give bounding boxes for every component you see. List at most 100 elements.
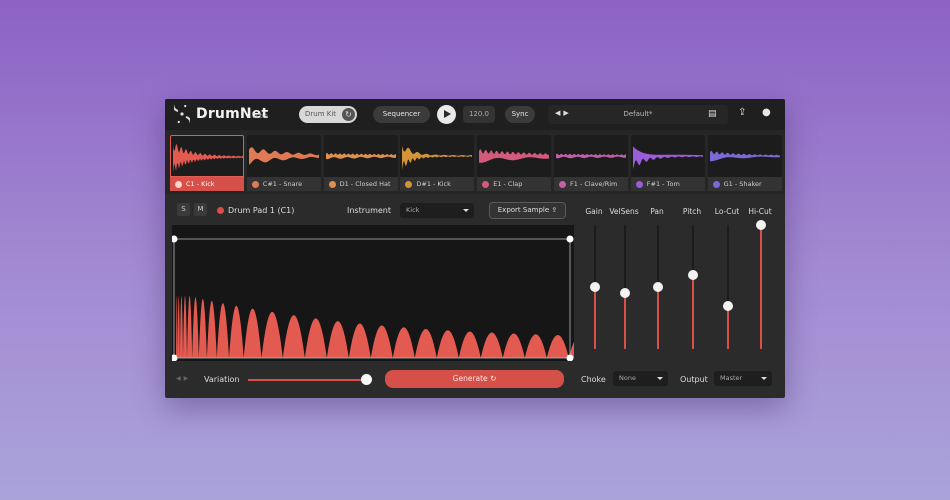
user-icon[interactable]: ● (762, 108, 771, 118)
variation-label: Variation (204, 375, 240, 384)
save-icon[interactable]: ▤ (708, 110, 717, 119)
pad-label: F#1 - Tom (630, 177, 705, 191)
drum-pad[interactable]: C#1 - Snare (246, 135, 321, 191)
waveform-editor[interactable] (172, 225, 574, 361)
pad-label: C1 - Kick (170, 177, 244, 191)
slider-knob[interactable] (620, 288, 630, 299)
pad-instrument-icon (482, 181, 490, 188)
pad-waveform (477, 135, 552, 177)
variation-slider[interactable] (248, 379, 368, 381)
logo-icon (174, 105, 190, 123)
slider-label-hi-cut: Hi-Cut (748, 207, 772, 216)
instrument-value: Kick (406, 206, 420, 214)
pad-waveform (400, 135, 475, 177)
generate-button[interactable]: Generate ↻ (385, 370, 564, 388)
drum-pad[interactable]: G1 - Shaker (707, 135, 782, 191)
pad-label: F1 - Clave/Rim (554, 177, 628, 191)
slider-fill (760, 225, 762, 349)
instrument-dropdown[interactable]: Kick (400, 203, 474, 218)
slider-fill (624, 293, 626, 349)
drum-pad[interactable]: D1 - Closed Hat (323, 135, 398, 191)
pad-color-dot (217, 207, 224, 214)
play-button[interactable] (437, 105, 456, 124)
drum-pad[interactable]: E1 - Clap (477, 135, 552, 191)
pad-instrument-icon (559, 181, 566, 188)
slider-fill (727, 305, 729, 349)
slider-knob[interactable] (590, 282, 600, 292)
drum-kit-toggle[interactable]: Drum Kit ↻ (299, 106, 357, 123)
pad-label: C#1 - Snare (246, 177, 321, 191)
mixer-panel: Choke None Output Master Gain VelSens Pan P… (577, 197, 785, 397)
slider-knob[interactable] (723, 300, 733, 311)
pad-instrument-icon (712, 181, 720, 188)
preset-selector[interactable]: ◀▶ Default* ▤ (548, 105, 728, 124)
drum-pad[interactable]: F#1 - Tom (630, 135, 705, 191)
slider-label-gain: Gain (585, 207, 603, 216)
envelope-handle-top-right[interactable] (566, 235, 574, 243)
pad-waveform (707, 135, 782, 177)
slider-fill (657, 287, 659, 349)
sequencer-button[interactable]: Sequencer (373, 106, 430, 123)
output-value: Master (720, 374, 743, 382)
choke-label: Choke (581, 375, 606, 384)
export-sample-button[interactable]: Export Sample ⇪ (489, 202, 566, 219)
variation-nav-icon[interactable]: ◀▶ (176, 375, 191, 382)
slider-fill (692, 274, 694, 349)
pad-waveform (554, 135, 628, 177)
pad-waveform (246, 135, 321, 177)
mute-button[interactable]: M (194, 203, 207, 216)
pad-instrument-icon (251, 181, 259, 188)
output-label: Output (680, 375, 708, 384)
pad-instrument-icon (175, 181, 182, 188)
pad-label: G1 - Shaker (707, 177, 782, 191)
pad-label: D1 - Closed Hat (323, 177, 398, 191)
generate-label: Generate (452, 374, 488, 383)
play-icon (444, 110, 451, 118)
pad-instrument-icon (405, 181, 413, 188)
pad-label: D#1 - Kick (400, 177, 475, 191)
tempo-field[interactable]: 120.0 (463, 106, 495, 123)
pad-waveform (630, 135, 705, 177)
pad-label: E1 - Clap (477, 177, 552, 191)
slider-label-lo-cut: Lo-Cut (714, 207, 740, 216)
choke-value: None (619, 374, 636, 382)
slider-knob[interactable] (653, 282, 663, 292)
refresh-icon: ↻ (490, 374, 497, 383)
toggle-label: Drum Kit (305, 110, 337, 118)
slider-label-velsens: VelSens (609, 207, 639, 216)
slider-label-pan: Pan (650, 207, 664, 216)
drum-pad[interactable]: D#1 - Kick (400, 135, 475, 191)
variation-slider-knob[interactable] (361, 374, 372, 385)
drum-pad[interactable]: F1 - Clave/Rim (554, 135, 628, 191)
drumnet-plugin-window: DrumNet v1.0.0 Drum Kit ↻ Sequencer 120.… (165, 99, 785, 398)
preset-name: Default* (623, 110, 653, 118)
pad-instrument-icon (328, 181, 336, 188)
export-icon[interactable]: ⇪ (738, 108, 746, 118)
drum-pads-row: C1 - Kick C#1 - Snare D1 - Closed Hat D#1 -… (165, 130, 785, 194)
refresh-icon: ↻ (342, 108, 355, 121)
slider-knob[interactable] (756, 220, 766, 230)
choke-dropdown[interactable]: None (613, 371, 668, 386)
export-sample-label: Export Sample (497, 206, 550, 214)
envelope-handle-top-left[interactable] (172, 235, 178, 243)
pad-waveform (170, 135, 244, 177)
pad-instrument-icon (635, 181, 643, 188)
export-icon: ⇪ (551, 206, 558, 214)
generator-bar: ◀▶ Variation Generate ↻ (165, 367, 575, 397)
slider-fill (594, 287, 596, 349)
sync-button[interactable]: Sync (505, 106, 535, 123)
instrument-label: Instrument (347, 206, 392, 215)
slider-label-pitch: Pitch (682, 207, 702, 216)
chevron-down-icon (761, 377, 767, 380)
header-bar: DrumNet v1.0.0 Drum Kit ↻ Sequencer 120.… (165, 99, 785, 130)
drum-pad[interactable]: C1 - Kick (170, 135, 244, 191)
pad-waveform (323, 135, 398, 177)
output-dropdown[interactable]: Master (714, 371, 772, 386)
pad-title: Drum Pad 1 (C1) (228, 206, 295, 215)
version-label: v1.0.0 (252, 114, 268, 120)
waveform-display (172, 235, 574, 361)
slider-knob[interactable] (688, 269, 698, 280)
pad-editor: S M Drum Pad 1 (C1) Instrument Kick Expo… (165, 197, 785, 397)
solo-button[interactable]: S (177, 203, 190, 216)
chevron-down-icon (463, 209, 469, 212)
